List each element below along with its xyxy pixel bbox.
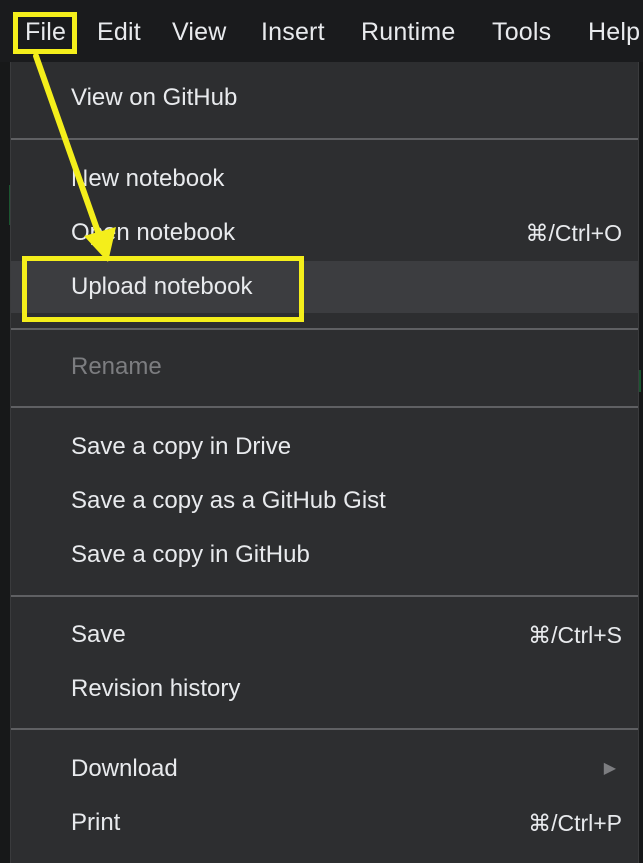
colab-app: File Edit View Insert Runtime Tools Help… <box>0 0 643 863</box>
file-annotation-box <box>13 12 77 54</box>
menu-item-save-copy-github[interactable]: Save a copy in GitHub <box>11 529 638 581</box>
menu-item-new-notebook[interactable]: New notebook <box>11 153 638 205</box>
menu-runtime[interactable]: Runtime <box>361 16 456 48</box>
menu-separator <box>11 595 638 597</box>
menu-separator <box>11 406 638 408</box>
menu-tools[interactable]: Tools <box>492 16 551 48</box>
menu-item-open-notebook[interactable]: Open notebook ⌘/Ctrl+O <box>11 207 638 259</box>
menu-item-label: Save <box>71 621 126 648</box>
menu-separator <box>11 138 638 140</box>
menu-view[interactable]: View <box>172 16 227 48</box>
menu-item-label: Open notebook <box>71 219 236 246</box>
menu-item-label: Rename <box>71 353 162 380</box>
menu-item-shortcut: ⌘/Ctrl+P <box>528 810 622 836</box>
menu-item-label: Download <box>71 755 178 782</box>
menu-item-rename: Rename <box>11 341 638 393</box>
menu-item-label: Save a copy in GitHub <box>71 541 310 568</box>
menu-item-label: New notebook <box>71 165 225 192</box>
upload-annotation-box <box>22 256 304 322</box>
menu-item-label: Revision history <box>71 675 241 702</box>
menu-item-save-copy-gist[interactable]: Save a copy as a GitHub Gist <box>11 475 638 527</box>
menu-item-view-on-github[interactable]: View on GitHub <box>11 72 638 124</box>
menu-item-save-copy-drive[interactable]: Save a copy in Drive <box>11 421 638 473</box>
menu-item-label: Save a copy as a GitHub Gist <box>71 487 386 514</box>
menu-separator <box>11 728 638 730</box>
menu-item-revision-history[interactable]: Revision history <box>11 663 638 715</box>
menu-item-shortcut: ⌘/Ctrl+O <box>525 220 622 246</box>
file-menu-dropdown: View on GitHub New notebook Open noteboo… <box>10 62 639 863</box>
menu-item-print[interactable]: Print ⌘/Ctrl+P <box>11 797 638 849</box>
menu-help[interactable]: Help <box>588 16 640 48</box>
menu-item-shortcut: ⌘/Ctrl+S <box>528 622 622 648</box>
menu-item-label: View on GitHub <box>71 84 238 111</box>
triangle-right-icon: ▶ <box>603 760 616 777</box>
menu-insert[interactable]: Insert <box>261 16 325 48</box>
menu-item-label: Save a copy in Drive <box>71 433 292 460</box>
menu-separator <box>11 328 638 330</box>
menu-item-label: Print <box>71 809 121 836</box>
menu-edit[interactable]: Edit <box>97 16 141 48</box>
menu-item-save[interactable]: Save ⌘/Ctrl+S <box>11 609 638 661</box>
menu-item-download[interactable]: Download ▶ <box>11 743 638 795</box>
background-editor-edge <box>0 60 10 863</box>
menu-bar: File Edit View Insert Runtime Tools Help <box>0 0 643 62</box>
